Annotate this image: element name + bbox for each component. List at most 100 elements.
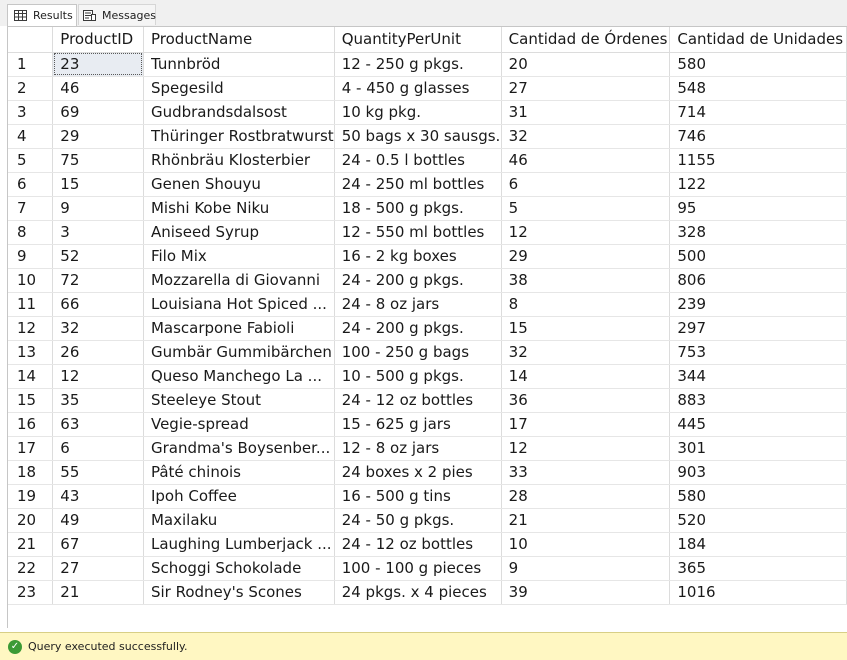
cell-cantidad-unidades[interactable]: 548: [669, 76, 847, 101]
cell-productid[interactable]: 15: [52, 172, 144, 197]
tab-results[interactable]: Results: [7, 4, 77, 26]
row-number[interactable]: 5: [8, 148, 54, 173]
cell-quantityperunit[interactable]: 100 - 100 g pieces: [334, 556, 502, 581]
row-number[interactable]: 14: [8, 364, 54, 389]
cell-cantidad-unidades[interactable]: 95: [669, 196, 847, 221]
cell-cantidad-ordenes[interactable]: 21: [501, 508, 671, 533]
row-number[interactable]: 3: [8, 100, 54, 125]
row-number[interactable]: 15: [8, 388, 54, 413]
row-number[interactable]: 11: [8, 292, 54, 317]
cell-productname[interactable]: Louisiana Hot Spiced ...: [143, 292, 335, 317]
cell-quantityperunit[interactable]: 24 - 8 oz jars: [334, 292, 502, 317]
cell-cantidad-unidades[interactable]: 1016: [669, 580, 847, 605]
tab-messages[interactable]: Messages: [78, 4, 156, 25]
cell-cantidad-unidades[interactable]: 580: [669, 52, 847, 77]
cell-cantidad-ordenes[interactable]: 33: [501, 460, 671, 485]
cell-productname[interactable]: Laughing Lumberjack ...: [143, 532, 335, 557]
cell-quantityperunit[interactable]: 24 - 12 oz bottles: [334, 532, 502, 557]
cell-cantidad-ordenes[interactable]: 8: [501, 292, 671, 317]
table-row[interactable]: 6 15 Genen Shouyu 24 - 250 ml bottles 6 122: [8, 172, 847, 197]
table-row[interactable]: 23 21 Sir Rodney's Scones 24 pkgs. x 4 piec…: [8, 580, 847, 605]
cell-productid[interactable]: 3: [52, 220, 144, 245]
row-number[interactable]: 10: [8, 268, 54, 293]
cell-productid[interactable]: 69: [52, 100, 144, 125]
cell-productid[interactable]: 67: [52, 532, 144, 557]
cell-productid[interactable]: 26: [52, 340, 144, 365]
results-grid[interactable]: ProductID ProductName QuantityPerUnit Ca…: [7, 26, 847, 628]
cell-cantidad-ordenes[interactable]: 36: [501, 388, 671, 413]
cell-quantityperunit[interactable]: 10 - 500 g pkgs.: [334, 364, 502, 389]
column-header-productid[interactable]: ProductID: [52, 27, 144, 53]
cell-quantityperunit[interactable]: 24 - 50 g pkgs.: [334, 508, 502, 533]
column-header-quantityperunit[interactable]: QuantityPerUnit: [334, 27, 502, 53]
cell-cantidad-unidades[interactable]: 883: [669, 388, 847, 413]
cell-cantidad-ordenes[interactable]: 32: [501, 340, 671, 365]
cell-quantityperunit[interactable]: 12 - 8 oz jars: [334, 436, 502, 461]
cell-productname[interactable]: Genen Shouyu: [143, 172, 335, 197]
table-row[interactable]: 20 49 Maxilaku 24 - 50 g pkgs. 21 520: [8, 508, 847, 533]
cell-quantityperunit[interactable]: 24 - 200 g pkgs.: [334, 268, 502, 293]
cell-cantidad-unidades[interactable]: 445: [669, 412, 847, 437]
cell-quantityperunit[interactable]: 12 - 250 g pkgs.: [334, 52, 502, 77]
cell-quantityperunit[interactable]: 100 - 250 g bags: [334, 340, 502, 365]
cell-cantidad-unidades[interactable]: 714: [669, 100, 847, 125]
cell-cantidad-unidades[interactable]: 365: [669, 556, 847, 581]
cell-productid[interactable]: 66: [52, 292, 144, 317]
cell-productid[interactable]: 23: [52, 52, 144, 77]
cell-quantityperunit[interactable]: 24 - 12 oz bottles: [334, 388, 502, 413]
cell-cantidad-unidades[interactable]: 328: [669, 220, 847, 245]
cell-productid[interactable]: 63: [52, 412, 144, 437]
cell-cantidad-ordenes[interactable]: 6: [501, 172, 671, 197]
cell-cantidad-ordenes[interactable]: 46: [501, 148, 671, 173]
cell-productname[interactable]: Filo Mix: [143, 244, 335, 269]
cell-productname[interactable]: Schoggi Schokolade: [143, 556, 335, 581]
table-row[interactable]: 10 72 Mozzarella di Giovanni 24 - 200 g pkg…: [8, 268, 847, 293]
cell-cantidad-unidades[interactable]: 903: [669, 460, 847, 485]
table-row[interactable]: 5 75 Rhönbräu Klosterbier 24 - 0.5 l bottle…: [8, 148, 847, 173]
cell-productname[interactable]: Pâté chinois: [143, 460, 335, 485]
cell-productid[interactable]: 75: [52, 148, 144, 173]
row-number[interactable]: 1: [8, 52, 54, 77]
table-row[interactable]: 2 46 Spegesild 4 - 450 g glasses 27 548: [8, 76, 847, 101]
cell-cantidad-ordenes[interactable]: 32: [501, 124, 671, 149]
cell-cantidad-ordenes[interactable]: 29: [501, 244, 671, 269]
cell-productid[interactable]: 6: [52, 436, 144, 461]
table-row[interactable]: 7 9 Mishi Kobe Niku 18 - 500 g pkgs. 5 95: [8, 196, 847, 221]
cell-cantidad-ordenes[interactable]: 28: [501, 484, 671, 509]
cell-quantityperunit[interactable]: 15 - 625 g jars: [334, 412, 502, 437]
row-number[interactable]: 21: [8, 532, 54, 557]
row-number[interactable]: 13: [8, 340, 54, 365]
cell-quantityperunit[interactable]: 24 boxes x 2 pies: [334, 460, 502, 485]
cell-cantidad-unidades[interactable]: 301: [669, 436, 847, 461]
table-row[interactable]: 14 12 Queso Manchego La ... 10 - 500 g pkgs…: [8, 364, 847, 389]
row-number[interactable]: 8: [8, 220, 54, 245]
cell-quantityperunit[interactable]: 24 - 200 g pkgs.: [334, 316, 502, 341]
cell-productname[interactable]: Ipoh Coffee: [143, 484, 335, 509]
cell-cantidad-unidades[interactable]: 746: [669, 124, 847, 149]
cell-quantityperunit[interactable]: 12 - 550 ml bottles: [334, 220, 502, 245]
row-number[interactable]: 9: [8, 244, 54, 269]
column-header-cantidad-ordenes[interactable]: Cantidad de Órdenes: [501, 27, 671, 53]
cell-cantidad-ordenes[interactable]: 20: [501, 52, 671, 77]
row-number[interactable]: 18: [8, 460, 54, 485]
table-row[interactable]: 15 35 Steeleye Stout 24 - 12 oz bottles 36 88…: [8, 388, 847, 413]
cell-cantidad-ordenes[interactable]: 12: [501, 436, 671, 461]
cell-productname[interactable]: Sir Rodney's Scones: [143, 580, 335, 605]
cell-productname[interactable]: Grandma's Boysenber...: [143, 436, 335, 461]
table-row[interactable]: 8 3 Aniseed Syrup 12 - 550 ml bottles 12 328: [8, 220, 847, 245]
table-row[interactable]: 12 32 Mascarpone Fabioli 24 - 200 g pkgs. 15…: [8, 316, 847, 341]
table-row[interactable]: 22 27 Schoggi Schokolade 100 - 100 g pieces…: [8, 556, 847, 581]
cell-productid[interactable]: 52: [52, 244, 144, 269]
cell-productname[interactable]: Mozzarella di Giovanni: [143, 268, 335, 293]
row-number[interactable]: 16: [8, 412, 54, 437]
row-number[interactable]: 2: [8, 76, 54, 101]
row-number[interactable]: 12: [8, 316, 54, 341]
cell-quantityperunit[interactable]: 10 kg pkg.: [334, 100, 502, 125]
cell-cantidad-ordenes[interactable]: 17: [501, 412, 671, 437]
cell-productid[interactable]: 55: [52, 460, 144, 485]
cell-productname[interactable]: Rhönbräu Klosterbier: [143, 148, 335, 173]
cell-productname[interactable]: Steeleye Stout: [143, 388, 335, 413]
row-number[interactable]: 6: [8, 172, 54, 197]
cell-productid[interactable]: 21: [52, 580, 144, 605]
cell-cantidad-unidades[interactable]: 297: [669, 316, 847, 341]
